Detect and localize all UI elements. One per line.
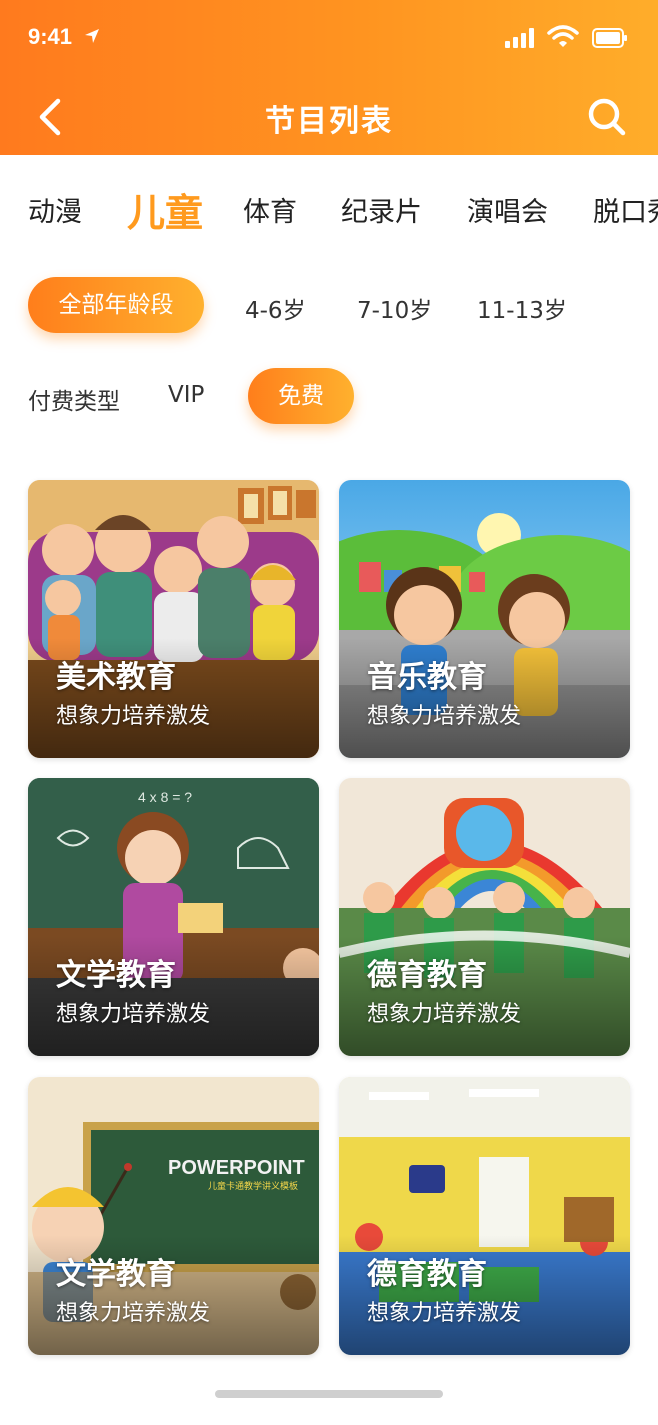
program-card[interactable]: 音乐教育 想象力培养激发 (339, 480, 630, 758)
battery-icon (592, 28, 627, 48)
program-card[interactable]: 4 x 8 = ? 文学教育 想象力培养激发 (28, 778, 319, 1056)
chevron-left-icon[interactable] (32, 95, 68, 139)
program-card[interactable]: POWERPOINT 儿童卡通教学讲义模板 文学教育 想象力培养激发 (28, 1077, 319, 1355)
tab-concert[interactable]: 演唱会 (467, 190, 548, 229)
pay-chip-vip[interactable]: VIP (168, 382, 204, 408)
tab-anime[interactable]: 动漫 (28, 190, 82, 229)
pay-chip-free[interactable]: 免费 (248, 368, 354, 424)
card-subtitle: 想象力培养激发 (367, 1002, 522, 1027)
card-title: 德育教育 (367, 958, 487, 993)
age-chip-all[interactable]: 全部年龄段 (28, 277, 204, 333)
age-chip-11-13[interactable]: 11-13岁 (477, 291, 567, 325)
category-tabs: 动漫 儿童 体育 纪录片 演唱会 脱口秀 (0, 170, 658, 250)
card-subtitle: 想象力培养激发 (56, 1301, 211, 1326)
board-subheading: 儿童卡通教学讲义模板 (208, 1180, 298, 1192)
wifi-icon (547, 25, 579, 47)
card-subtitle: 想象力培养激发 (367, 1301, 522, 1326)
age-chip-4-6[interactable]: 4-6岁 (245, 291, 306, 325)
program-card[interactable]: 德育教育 想象力培养激发 (339, 1077, 630, 1355)
tab-children[interactable]: 儿童 (127, 182, 203, 237)
location-arrow-icon (85, 29, 99, 43)
card-subtitle: 想象力培养激发 (56, 1002, 211, 1027)
card-title: 文学教育 (56, 1257, 176, 1292)
card-subtitle: 想象力培养激发 (56, 704, 211, 729)
header-bar: 9:41 节目列表 (0, 0, 658, 155)
card-subtitle: 想象力培养激发 (367, 704, 522, 729)
card-title: 音乐教育 (367, 660, 487, 695)
cellular-signal-icon (505, 28, 534, 48)
program-card[interactable]: 德育教育 想象力培养激发 (339, 778, 630, 1056)
tab-talk-show[interactable]: 脱口秀 (593, 190, 658, 229)
card-title: 文学教育 (56, 958, 176, 993)
tab-sports[interactable]: 体育 (243, 190, 297, 229)
age-chip-7-10[interactable]: 7-10岁 (357, 291, 432, 325)
page-title: 节目列表 (265, 104, 393, 139)
pay-filter-row: 付费类型 VIP 免费 (0, 368, 658, 428)
tab-documentary[interactable]: 纪录片 (341, 190, 422, 229)
status-time: 9:41 (28, 24, 73, 49)
board-heading: POWERPOINT (168, 1157, 305, 1179)
search-icon[interactable] (585, 95, 629, 139)
program-card[interactable]: 美术教育 想象力培养激发 (28, 480, 319, 758)
age-filter-row: 全部年龄段 4-6岁 7-10岁 11-13岁 (0, 277, 658, 337)
home-indicator[interactable] (215, 1390, 443, 1398)
card-title: 德育教育 (367, 1257, 487, 1292)
svg-text:4 x 8 = ?: 4 x 8 = ? (138, 789, 192, 805)
pay-filter-label: 付费类型 (28, 389, 120, 415)
card-title: 美术教育 (56, 660, 176, 695)
